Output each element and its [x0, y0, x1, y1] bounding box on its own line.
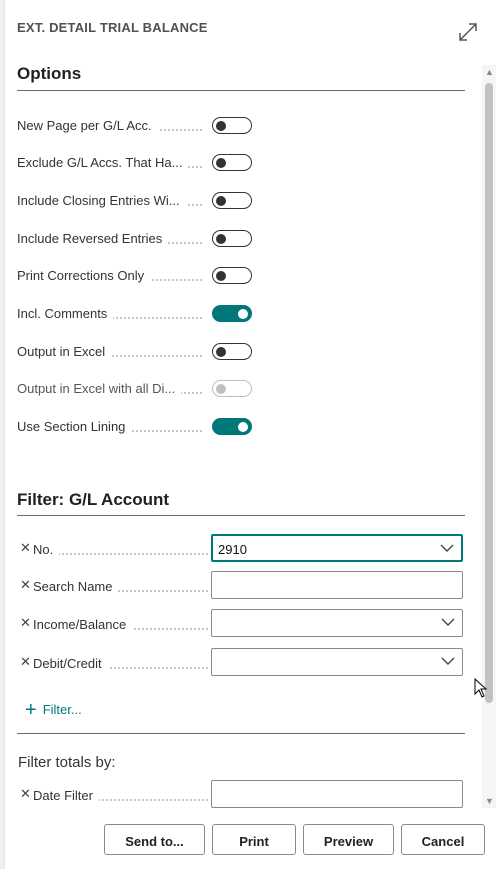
filter-label: Search Name [33, 579, 119, 594]
filter-label: No. [33, 542, 60, 557]
preview-button[interactable]: Preview [303, 824, 394, 855]
filter-row-debit-credit: ✕ Debit/Credit [17, 648, 465, 678]
debit-credit-select[interactable] [211, 648, 463, 676]
remove-filter-icon[interactable]: ✕ [20, 615, 31, 631]
dialog-title: EXT. DETAIL TRIAL BALANCE [17, 20, 208, 35]
chevron-down-icon[interactable] [441, 617, 455, 627]
print-button[interactable]: Print [212, 824, 296, 855]
filter-label: Date Filter [33, 788, 99, 803]
filter-label: Income/Balance [33, 617, 133, 632]
option-row-new-page: New Page per G/L Acc. [17, 113, 465, 139]
toggle-knob [216, 195, 226, 206]
option-label: Print Corrections Only [17, 268, 151, 283]
mouse-cursor-icon [474, 678, 488, 698]
chevron-down-icon[interactable] [441, 656, 455, 666]
closing-entries-toggle[interactable] [212, 192, 252, 209]
option-label: Include Reversed Entries [17, 231, 169, 246]
remove-filter-icon[interactable]: ✕ [20, 540, 31, 556]
toggle-knob [238, 308, 248, 319]
option-row-exclude-accs: Exclude G/L Accs. That Ha... [17, 150, 465, 176]
filter-row-income-balance: ✕ Income/Balance [17, 609, 465, 639]
section-lining-toggle[interactable] [212, 418, 252, 435]
chevron-down-icon[interactable] [440, 543, 454, 553]
totals-divider [17, 733, 465, 734]
reversed-entries-toggle[interactable] [212, 230, 252, 247]
filter-row-no: ✕ No. 2910 [17, 534, 465, 564]
dialog-footer: Send to... Print Preview Cancel [0, 818, 498, 869]
add-filter-link[interactable]: + Filter... [25, 697, 82, 721]
scroll-up-icon[interactable]: ▲ [485, 67, 494, 77]
option-label: Include Closing Entries Wi... [17, 193, 186, 208]
filter-row-date: ✕ Date Filter [17, 780, 465, 810]
toggle-knob [216, 120, 226, 131]
remove-filter-icon[interactable]: ✕ [20, 786, 31, 802]
cancel-button[interactable]: Cancel [401, 824, 485, 855]
expand-icon[interactable] [456, 20, 480, 44]
totals-subheading: Filter totals by: [18, 754, 116, 771]
output-excel-all-toggle [212, 380, 252, 397]
toggle-knob [238, 421, 248, 432]
filter-row-search-name: ✕ Search Name [17, 571, 465, 601]
remove-filter-icon[interactable]: ✕ [20, 654, 31, 670]
plus-icon: + [25, 699, 37, 721]
corrections-only-toggle[interactable] [212, 267, 252, 284]
new-page-toggle[interactable] [212, 117, 252, 134]
add-filter-label: Filter... [42, 702, 82, 717]
option-row-closing-entries: Include Closing Entries Wi... [17, 188, 465, 214]
toggle-knob [216, 383, 226, 394]
toggle-knob [216, 233, 226, 244]
report-request-dialog: EXT. DETAIL TRIAL BALANCE Options New Pa… [0, 0, 498, 869]
output-excel-toggle[interactable] [212, 343, 252, 360]
scrollbar-thumb[interactable] [485, 83, 493, 703]
filter-label: Debit/Credit [33, 656, 108, 671]
date-filter-input[interactable] [211, 780, 463, 808]
option-label: Output in Excel [17, 344, 112, 359]
exclude-accs-toggle[interactable] [212, 154, 252, 171]
options-divider [17, 90, 465, 91]
option-row-corrections-only: Print Corrections Only [17, 263, 465, 289]
toggle-knob [216, 346, 226, 357]
option-label: Output in Excel with all Di... [17, 381, 182, 396]
remove-filter-icon[interactable]: ✕ [20, 577, 31, 593]
filter-divider [17, 515, 465, 516]
options-section-title: Options [17, 64, 82, 83]
search-name-input[interactable] [211, 571, 463, 599]
no-filter-input[interactable]: 2910 [211, 534, 463, 562]
income-balance-select[interactable] [211, 609, 463, 637]
option-row-output-excel: Output in Excel [17, 339, 465, 365]
option-row-section-lining: Use Section Lining [17, 414, 465, 440]
incl-comments-toggle[interactable] [212, 305, 252, 322]
option-label: Use Section Lining [17, 419, 132, 434]
dialog-left-edge [0, 0, 5, 869]
toggle-knob [216, 157, 226, 168]
dotted-leader [33, 553, 208, 555]
filter-section-title: Filter: G/L Account [17, 490, 170, 509]
option-row-incl-comments: Incl. Comments [17, 301, 465, 327]
option-row-reversed-entries: Include Reversed Entries [17, 226, 465, 252]
field-value: 2910 [218, 542, 247, 557]
option-row-output-excel-all: Output in Excel with all Di... [17, 376, 465, 402]
send-to-button[interactable]: Send to... [104, 824, 205, 855]
toggle-knob [216, 270, 226, 281]
scroll-down-icon[interactable]: ▼ [485, 796, 494, 806]
option-label: Exclude G/L Accs. That Ha... [17, 155, 189, 170]
option-label: Incl. Comments [17, 306, 114, 321]
option-label: New Page per G/L Acc. [17, 118, 158, 133]
